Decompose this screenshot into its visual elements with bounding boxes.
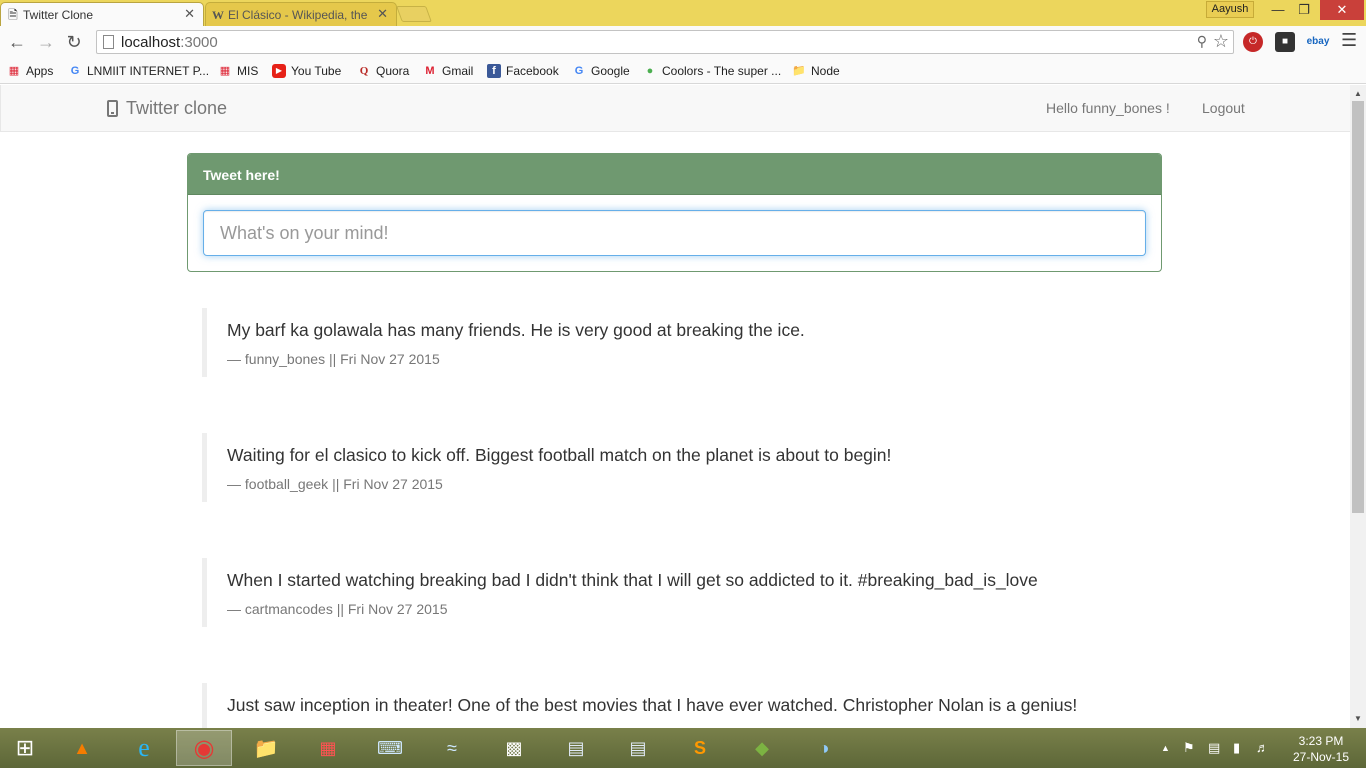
start-windows-icon[interactable]: ⊞ xyxy=(0,730,50,766)
facebook-icon: f xyxy=(487,64,501,78)
clock-time: 3:23 PM xyxy=(1298,734,1344,748)
page-viewport: Twitter clone Hello funny_bones ! Logout… xyxy=(0,85,1350,728)
windows-taskbar: ⊞ ▲ e ◉ 📁 ▦ ⌨ ≈ ▩ ▤ ▤ S ◆ ◑ ▲ ⚑ ▤ ▮ ♬ 3:… xyxy=(0,728,1366,768)
profile-button[interactable]: Aayush xyxy=(1206,1,1254,18)
tweet-text: My barf ka golawala has many friends. He… xyxy=(227,320,805,340)
bookmark-mis[interactable]: ▦ MIS xyxy=(218,62,259,80)
wikipedia-icon: W xyxy=(212,8,224,22)
brand-text: Twitter clone xyxy=(126,98,228,118)
tab-twitter-clone[interactable]: 🗎 Twitter Clone ✕ xyxy=(0,2,204,26)
quora-icon: Q xyxy=(359,65,369,77)
internet-explorer-icon[interactable]: e xyxy=(116,730,172,766)
composer-heading: Tweet here! xyxy=(188,154,1161,195)
reload-icon[interactable]: ↻ xyxy=(63,31,85,53)
tweet-meta: — football_geek || Fri Nov 27 2015 xyxy=(227,475,443,492)
minimize-button[interactable]: — xyxy=(1265,0,1291,20)
apps-grid-icon[interactable]: ▦ xyxy=(300,730,356,766)
google-icon: G xyxy=(574,65,584,77)
vlc-icon[interactable]: ▲ xyxy=(54,730,110,766)
bookmark-facebook[interactable]: f Facebook xyxy=(487,62,559,80)
tweet-text: When I started watching breaking bad I d… xyxy=(227,570,1038,590)
tweet-text: Waiting for el clasico to kick off. Bigg… xyxy=(227,445,892,465)
forward-icon[interactable]: → xyxy=(35,31,57,53)
apps-grid-icon: ▦ xyxy=(8,65,20,77)
ebay-extension-icon[interactable]: ebay xyxy=(1305,32,1331,52)
page-icon: 🗎 xyxy=(8,8,18,22)
google-icon: G xyxy=(70,65,80,77)
tweet-item: My barf ka golawala has many friends. He… xyxy=(202,308,1162,377)
address-bar[interactable]: localhost:3000 ⚲ ☆ xyxy=(96,30,1234,54)
bookmark-apps[interactable]: ▦ Apps xyxy=(7,62,54,80)
brand-link[interactable]: Twitter clone xyxy=(107,98,227,119)
bookmark-node[interactable]: 📁 Node xyxy=(792,62,840,80)
tweet-meta: — cartmancodes || Fri Nov 27 2015 xyxy=(227,600,448,617)
menu-icon[interactable]: ☰ xyxy=(1341,30,1357,51)
tweet-item: When I started watching breaking bad I d… xyxy=(202,558,1162,627)
bookmark-quora[interactable]: Q Quora xyxy=(357,62,410,80)
restore-button[interactable]: ❐ xyxy=(1291,0,1317,20)
keyboard-icon[interactable]: ⌨ xyxy=(362,730,418,766)
app-navbar: Twitter clone Hello funny_bones ! Logout xyxy=(0,85,1350,132)
bookmark-gmail[interactable]: M Gmail xyxy=(423,62,473,80)
scroll-down-icon[interactable]: ▼ xyxy=(1350,712,1366,726)
clock-date: 27-Nov-15 xyxy=(1292,750,1350,764)
taskbar-clock[interactable]: 3:23 PM 27-Nov-15 xyxy=(1284,733,1358,765)
close-tab-icon[interactable]: ✕ xyxy=(184,6,195,22)
sublime-text-icon[interactable]: S xyxy=(672,730,728,766)
document-window-icon[interactable]: ▤ xyxy=(548,730,604,766)
incognito-extension-icon[interactable]: ■ xyxy=(1275,32,1295,52)
battery-icon[interactable]: ▮ xyxy=(1233,740,1240,756)
logout-link[interactable]: Logout xyxy=(1202,100,1245,116)
folder-icon: 📁 xyxy=(792,65,806,77)
scroll-thumb[interactable] xyxy=(1352,101,1364,513)
user-greeting[interactable]: Hello funny_bones ! xyxy=(1046,100,1170,116)
bookmark-lnmiit[interactable]: G LNMIIT INTERNET P... xyxy=(68,62,209,80)
command-prompt-icon[interactable]: ▩ xyxy=(486,730,542,766)
diamond-app-icon[interactable]: ◆ xyxy=(734,730,790,766)
new-tab-button[interactable] xyxy=(396,6,432,22)
tweet-meta: — funny_bones || Fri Nov 27 2015 xyxy=(227,350,440,367)
wifi-hotspot-icon[interactable]: ≈ xyxy=(424,730,480,766)
action-center-flag-icon[interactable]: ⚑ xyxy=(1183,740,1195,756)
bookmarks-bar: ▦ Apps G LNMIIT INTERNET P... ▦ MIS ▶ You Tu… xyxy=(0,58,1366,84)
browser-toolbar: ← → ↻ localhost:3000 ⚲ ☆ ⏻ ■ ebay ☰ xyxy=(0,26,1366,58)
network-icon[interactable]: ▤ xyxy=(1208,740,1220,756)
tweet-composer-panel: Tweet here! xyxy=(187,153,1162,272)
mis-icon: ▦ xyxy=(219,65,231,77)
tweet-item: Waiting for el clasico to kick off. Bigg… xyxy=(202,433,1162,502)
url-text: localhost:3000 xyxy=(121,34,218,51)
bookmark-google[interactable]: G Google xyxy=(572,62,630,80)
close-tab-icon[interactable]: ✕ xyxy=(377,6,388,22)
coolors-icon: ● xyxy=(646,65,654,77)
youtube-icon: ▶ xyxy=(272,64,286,78)
scroll-up-icon[interactable]: ▲ xyxy=(1350,87,1366,101)
file-explorer-icon[interactable]: 📁 xyxy=(238,730,294,766)
page-icon xyxy=(103,35,114,49)
browser-tabstrip: 🗎 Twitter Clone ✕ W El Clásico - Wikiped… xyxy=(0,0,1366,26)
paint-icon[interactable]: ◑ xyxy=(796,730,852,766)
bookmark-star-icon[interactable]: ☆ xyxy=(1213,31,1229,52)
tab-title: El Clásico - Wikipedia, the xyxy=(228,7,368,22)
gmail-icon: M xyxy=(425,65,435,77)
tweet-input[interactable] xyxy=(203,210,1146,256)
tab-title: Twitter Clone xyxy=(23,7,94,22)
bookmark-coolors[interactable]: ● Coolors - The super ... xyxy=(643,62,782,80)
back-icon[interactable]: ← xyxy=(6,31,28,53)
page-scrollbar[interactable]: ▲ ▼ xyxy=(1350,85,1366,728)
document-window-icon[interactable]: ▤ xyxy=(610,730,666,766)
phone-icon xyxy=(107,100,118,117)
close-window-button[interactable]: ✕ xyxy=(1320,0,1364,20)
show-hidden-icons-icon[interactable]: ▲ xyxy=(1161,743,1170,753)
tab-el-clasico[interactable]: W El Clásico - Wikipedia, the ✕ xyxy=(205,2,397,26)
tweet-item: Just saw inception in theater! One of th… xyxy=(202,683,1162,728)
volume-icon[interactable]: ♬ xyxy=(1256,740,1269,755)
composer-body xyxy=(188,195,1161,271)
bookmark-youtube[interactable]: ▶ You Tube xyxy=(272,62,341,80)
adblock-extension-icon[interactable]: ⏻ xyxy=(1243,32,1263,52)
chrome-icon[interactable]: ◉ xyxy=(176,730,232,766)
key-icon[interactable]: ⚲ xyxy=(1197,33,1207,50)
tweet-text: Just saw inception in theater! One of th… xyxy=(227,695,1078,715)
